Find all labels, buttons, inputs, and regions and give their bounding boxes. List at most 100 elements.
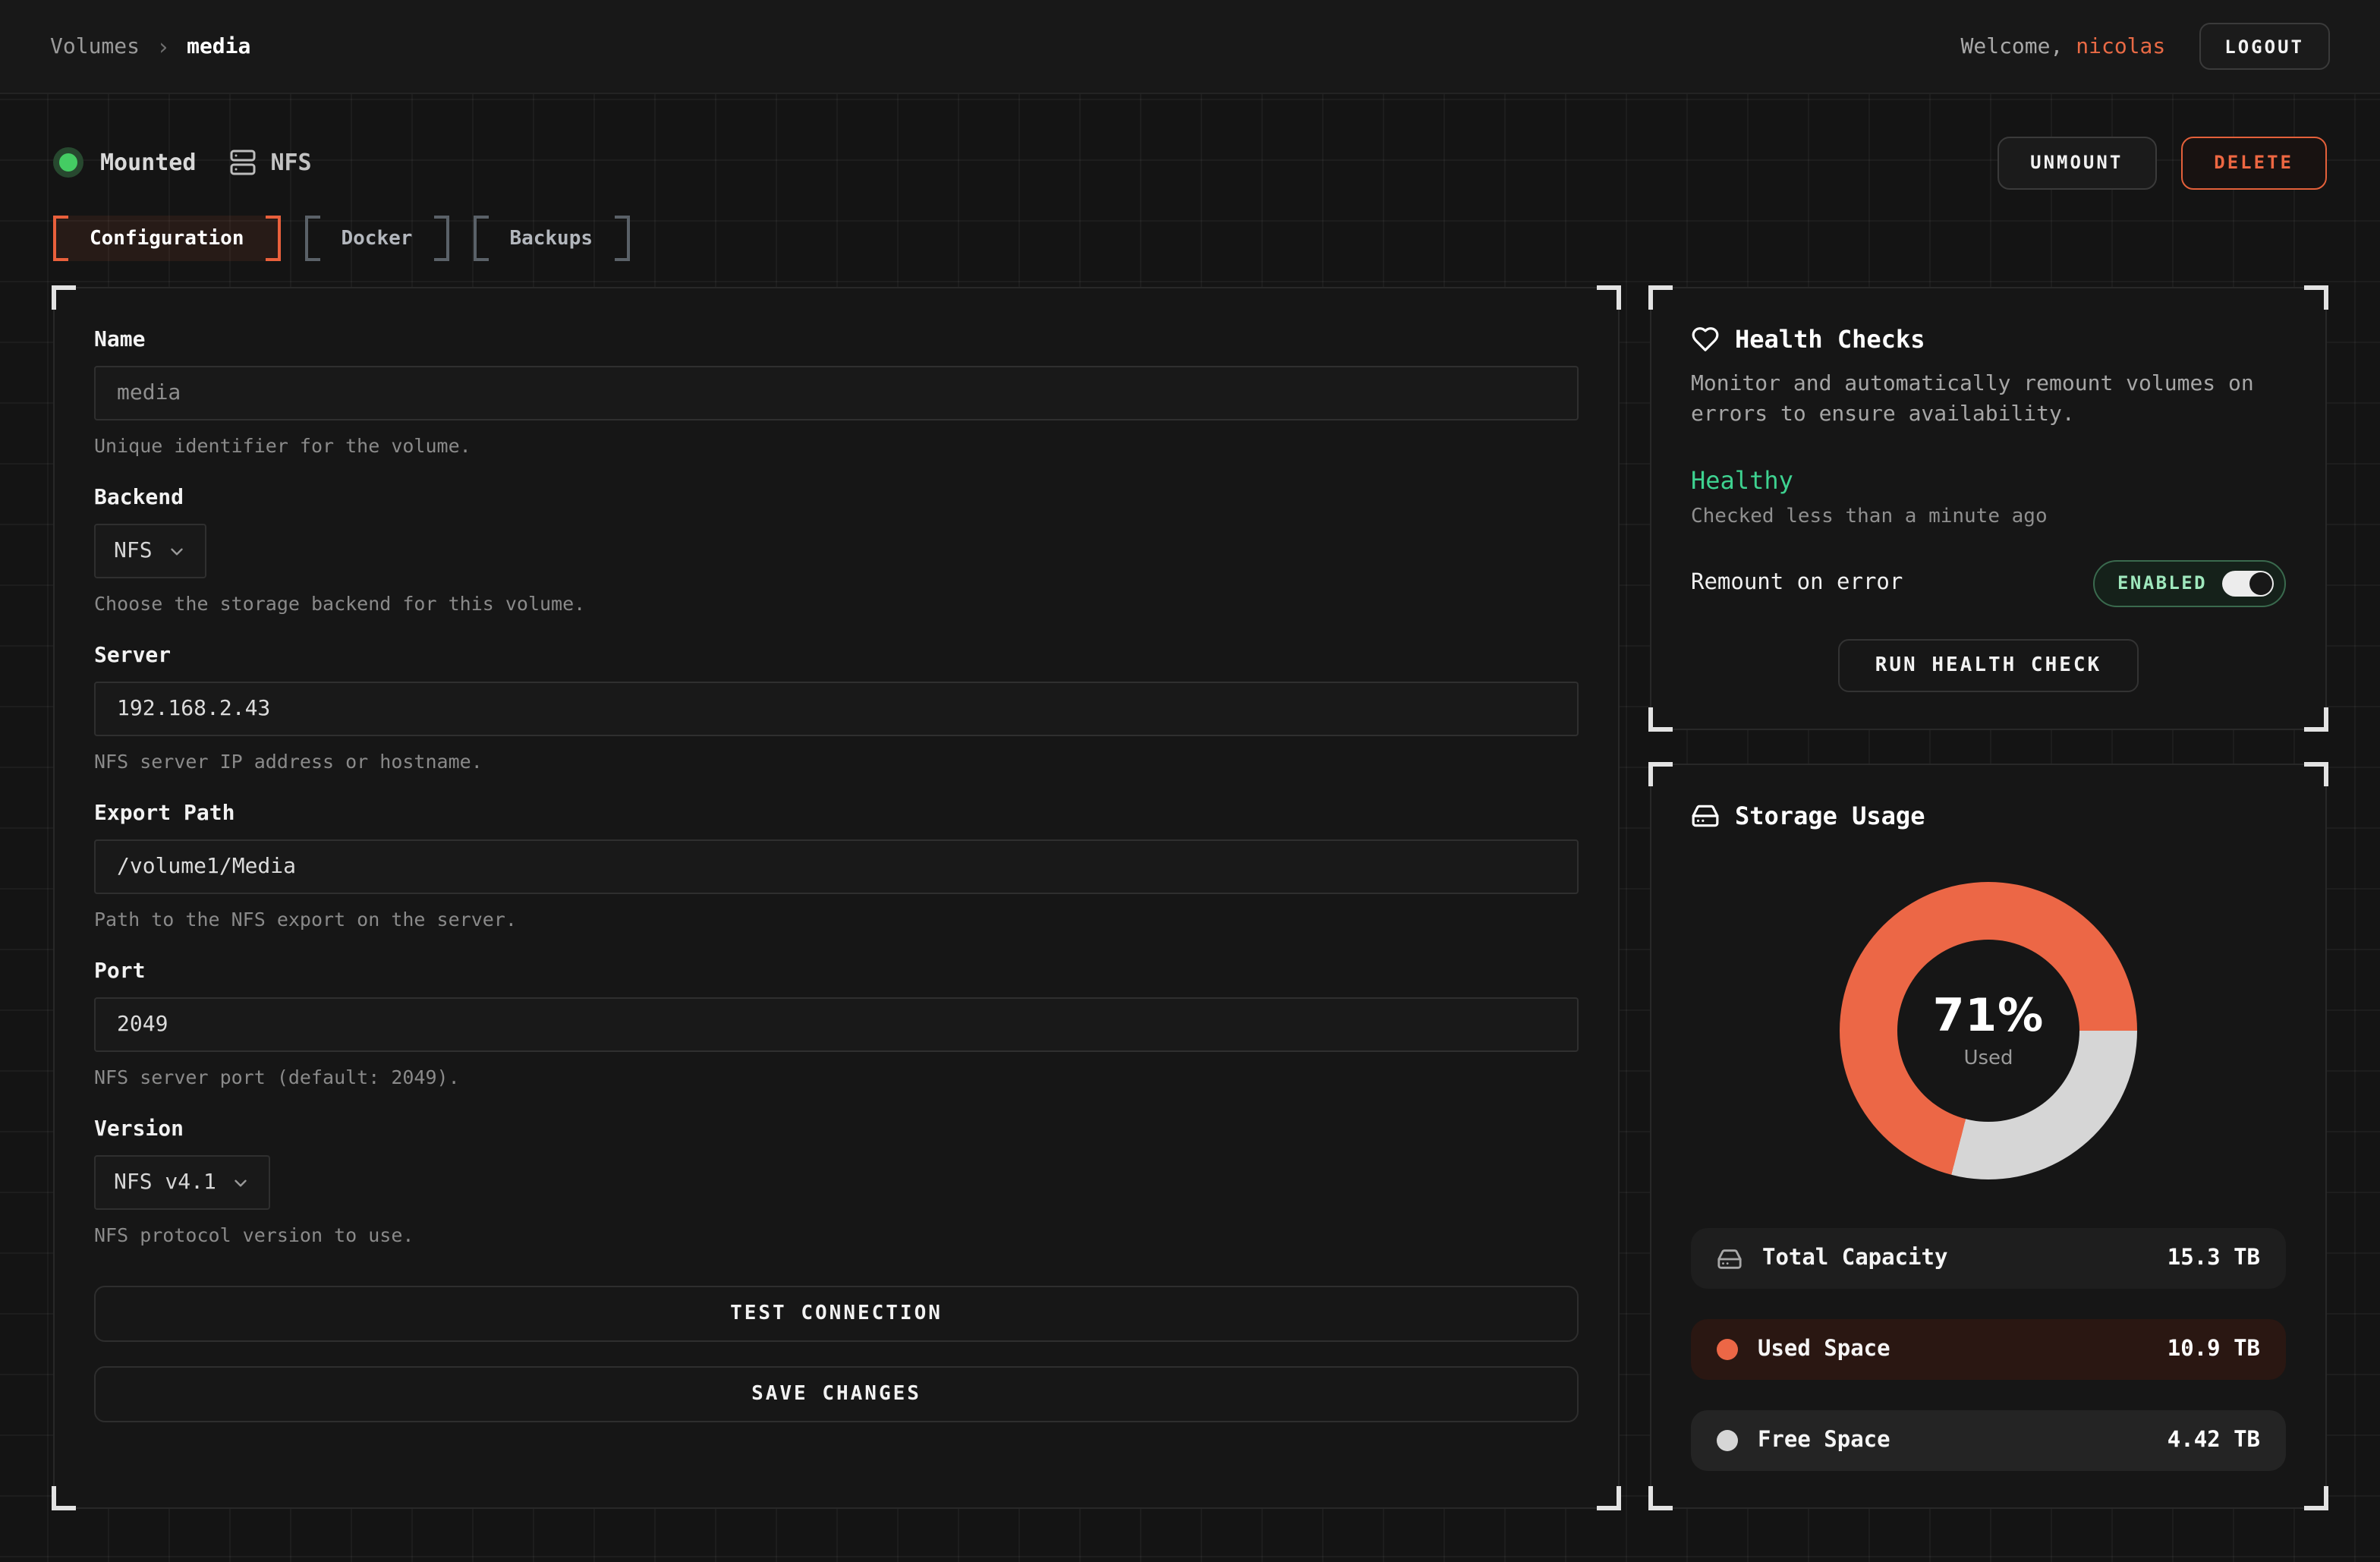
free-space-dot-icon	[1717, 1430, 1738, 1451]
used-space-dot-icon	[1717, 1339, 1738, 1360]
toggle-knob	[2249, 572, 2272, 594]
status-buttons: UNMOUNT DELETE	[1997, 136, 2327, 189]
welcome-prefix: Welcome,	[1961, 34, 2064, 58]
top-bar: Volumes › media Welcome, nicolas LOGOUT	[0, 0, 2380, 94]
remount-toggle-label: ENABLED	[2117, 572, 2207, 594]
right-column: Health Checks Monitor and automatically …	[1650, 287, 2327, 1509]
chevron-down-icon	[168, 541, 187, 561]
health-last-checked: Checked less than a minute ago	[1691, 505, 2286, 527]
health-description: Monitor and automatically remount volume…	[1691, 369, 2286, 430]
legend-value: 10.9 TB	[2168, 1337, 2260, 1362]
corner-bracket-icon	[1648, 285, 1673, 310]
corner-bracket-icon	[2304, 707, 2328, 731]
tab-backups[interactable]: Backups	[473, 216, 629, 261]
chevron-right-icon: ›	[156, 33, 170, 60]
donut-percent: 71%	[1933, 990, 2045, 1043]
donut-center: 71% Used	[1933, 990, 2045, 1070]
donut-percent-caption: Used	[1933, 1047, 2045, 1070]
heart-icon	[1691, 325, 1720, 354]
run-health-check-button[interactable]: RUN HEALTH CHECK	[1839, 638, 2138, 691]
health-panel-title: Health Checks	[1735, 325, 1925, 354]
welcome-text: Welcome, nicolas	[1961, 34, 2166, 58]
port-helper: NFS server port (default: 2049).	[94, 1066, 1579, 1088]
mounted-status-dot-icon	[53, 147, 83, 178]
storage-legend: Total Capacity 15.3 TB Used Space 10.9 T…	[1691, 1228, 2286, 1471]
name-input[interactable]	[94, 366, 1579, 420]
corner-bracket-icon	[1597, 1486, 1621, 1510]
username: nicolas	[2076, 34, 2165, 58]
port-input[interactable]	[94, 997, 1579, 1052]
unmount-button[interactable]: UNMOUNT	[1997, 136, 2156, 189]
version-select-value: NFS v4.1	[114, 1170, 216, 1195]
corner-bracket-icon	[52, 285, 76, 310]
corner-bracket-icon	[1648, 1486, 1673, 1510]
remount-toggle[interactable]: ENABLED	[2093, 559, 2286, 606]
server-helper: NFS server IP address or hostname.	[94, 750, 1579, 773]
configuration-panel: Name Unique identifier for the volume. B…	[53, 287, 1620, 1509]
hard-drive-icon	[1717, 1246, 1742, 1271]
page: Volumes › media Welcome, nicolas LOGOUT …	[0, 0, 2380, 1562]
server-label: Server	[94, 644, 1579, 668]
version-label: Version	[94, 1117, 1579, 1142]
content: Mounted NFS UNMOUNT DELETE	[0, 135, 2380, 1509]
corner-bracket-icon	[1648, 707, 1673, 731]
legend-row-free-space: Free Space 4.42 TB	[1691, 1410, 2286, 1471]
header-right: Welcome, nicolas LOGOUT	[1961, 23, 2331, 70]
tab-configuration[interactable]: Configuration	[53, 216, 281, 261]
version-helper: NFS protocol version to use.	[94, 1223, 1579, 1246]
port-field-group: Port NFS server port (default: 2049).	[94, 959, 1579, 1088]
corner-bracket-icon	[52, 1486, 76, 1510]
legend-label: Used Space	[1758, 1337, 1890, 1362]
mount-status-label: Mounted	[100, 149, 196, 176]
status-left: Mounted NFS	[53, 147, 312, 178]
main-row: Name Unique identifier for the volume. B…	[53, 287, 2327, 1509]
health-checks-panel: Health Checks Monitor and automatically …	[1650, 287, 2327, 729]
hard-drive-icon	[1691, 801, 1720, 830]
delete-button[interactable]: DELETE	[2180, 136, 2327, 189]
save-changes-button[interactable]: SAVE CHANGES	[94, 1366, 1579, 1422]
server-icon	[229, 149, 257, 176]
breadcrumb-volumes-link[interactable]: Volumes	[50, 34, 140, 58]
health-status-text: Healthy	[1691, 465, 2286, 494]
export-path-helper: Path to the NFS export on the server.	[94, 908, 1579, 931]
donut-wrap: 71% Used	[1691, 881, 2286, 1179]
name-label: Name	[94, 328, 1579, 352]
backend-badge-label: NFS	[270, 149, 311, 176]
legend-value: 15.3 TB	[2168, 1246, 2260, 1271]
tab-bar: Configuration Docker Backups	[53, 216, 2327, 261]
port-label: Port	[94, 959, 1579, 984]
breadcrumb-current: media	[187, 34, 250, 58]
backend-field-group: Backend NFS Choose the storage backend f…	[94, 486, 1579, 615]
chevron-down-icon	[231, 1173, 251, 1192]
tab-docker[interactable]: Docker	[305, 216, 449, 261]
backend-select-value: NFS	[114, 539, 153, 563]
corner-bracket-icon	[1597, 285, 1621, 310]
version-field-group: Version NFS v4.1 NFS protocol version to…	[94, 1117, 1579, 1246]
export-path-field-group: Export Path Path to the NFS export on th…	[94, 801, 1579, 931]
remount-row: Remount on error ENABLED	[1691, 559, 2286, 606]
legend-row-total-capacity: Total Capacity 15.3 TB	[1691, 1228, 2286, 1289]
storage-panel-title: Storage Usage	[1735, 801, 1925, 830]
server-input[interactable]	[94, 682, 1579, 736]
export-path-input[interactable]	[94, 839, 1579, 894]
test-connection-button[interactable]: TEST CONNECTION	[94, 1286, 1579, 1342]
storage-donut-chart: 71% Used	[1840, 881, 2137, 1179]
toggle-track	[2222, 570, 2274, 596]
legend-label: Total Capacity	[1762, 1246, 1947, 1271]
health-title-row: Health Checks	[1691, 325, 2286, 354]
name-field-group: Name Unique identifier for the volume.	[94, 328, 1579, 457]
backend-badge: NFS	[229, 149, 311, 176]
corner-bracket-icon	[2304, 285, 2328, 310]
export-path-label: Export Path	[94, 801, 1579, 826]
corner-bracket-icon	[1648, 761, 1673, 786]
version-select[interactable]: NFS v4.1	[94, 1155, 271, 1210]
status-row: Mounted NFS UNMOUNT DELETE	[53, 135, 2327, 190]
backend-select[interactable]: NFS	[94, 524, 207, 578]
logout-button[interactable]: LOGOUT	[2199, 23, 2330, 70]
mount-status: Mounted	[53, 147, 196, 178]
remount-on-error-label: Remount on error	[1691, 571, 1903, 595]
storage-title-row: Storage Usage	[1691, 801, 2286, 830]
corner-bracket-icon	[2304, 1486, 2328, 1510]
backend-label: Backend	[94, 486, 1579, 510]
breadcrumb: Volumes › media	[50, 33, 250, 60]
